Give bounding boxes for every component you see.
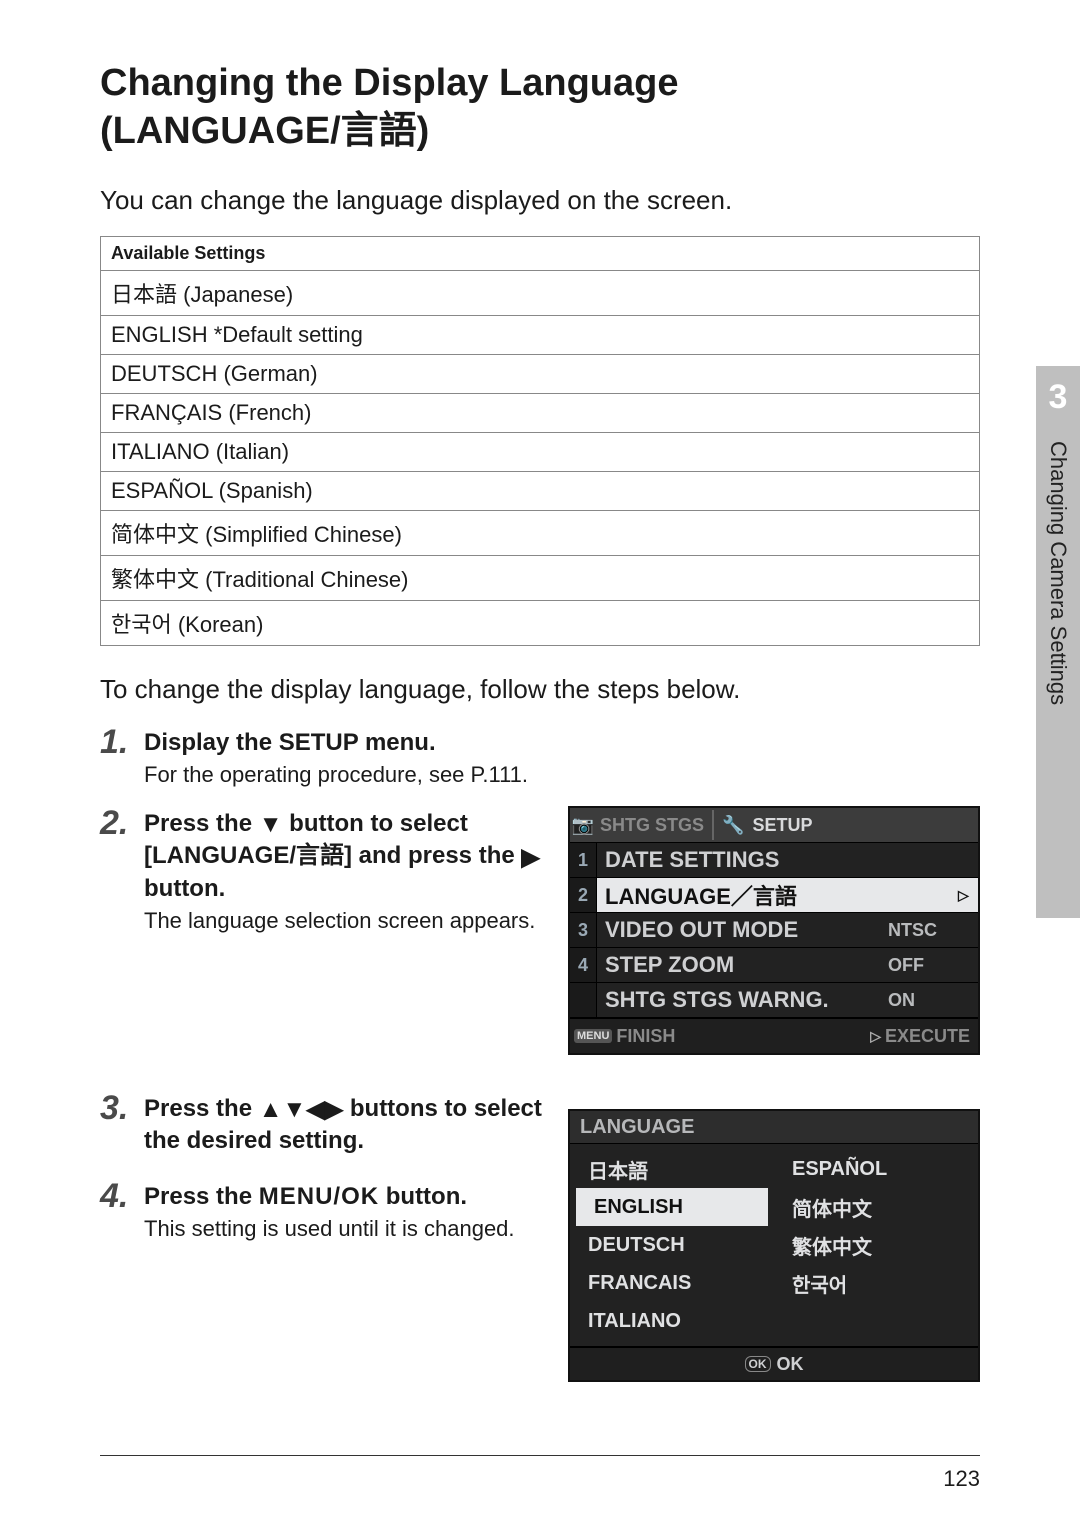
right-arrow-icon: ▷: [870, 1028, 881, 1045]
menu-row[interactable]: SHTG STGS WARNG. ON: [570, 982, 978, 1017]
setting-row: ESPAÑOL (Spanish): [101, 472, 980, 511]
row-arrow: ▷: [958, 887, 978, 904]
ok-label: OK: [777, 1354, 804, 1375]
language-item[interactable]: ITALIANO: [570, 1302, 774, 1340]
title-line1: Changing the Display Language: [100, 62, 679, 104]
row-label: STEP ZOOM: [597, 952, 888, 978]
row-value: OFF: [888, 955, 958, 976]
chapter-label: Changing Camera Settings: [1045, 441, 1071, 705]
step-3-title: Press the buttons to select the desired …: [144, 1093, 544, 1156]
intro-text: You can change the language displayed on…: [100, 185, 980, 216]
step-4-title: Press the MENU/OK button.: [144, 1181, 544, 1212]
row-value: ON: [888, 990, 958, 1011]
right-arrow-icon: [521, 842, 539, 873]
setting-row: ITALIANO (Italian): [101, 433, 980, 472]
setting-row: 日本語 (Japanese): [101, 271, 980, 316]
bottom-rule: [100, 1455, 980, 1456]
camera-icon: 📷: [570, 815, 596, 836]
menu-row-selected[interactable]: 2 LANGUAGE／言語 ▷: [570, 877, 978, 912]
tab-shtg: SHTG STGS: [596, 815, 708, 836]
setting-row: 简体中文 (Simplified Chinese): [101, 511, 980, 556]
left-arrow-icon: [306, 1094, 324, 1125]
row-index: [570, 983, 597, 1017]
step-1-desc: For the operating procedure, see P.111.: [144, 762, 980, 788]
text: button.: [379, 1183, 467, 1210]
camera-menu-setup: 📷 SHTG STGS 🔧 SETUP 1 DATE SETTINGS 2: [568, 806, 980, 1055]
setting-row: FRANÇAIS (French): [101, 394, 980, 433]
row-index: 2: [570, 878, 597, 912]
footer-finish: FINISH: [616, 1026, 870, 1047]
side-tab: 3 Changing Camera Settings: [1036, 366, 1080, 918]
lead-text: To change the display language, follow t…: [100, 674, 980, 705]
text: Press the: [144, 1095, 259, 1122]
row-label: SHTG STGS WARNG.: [597, 987, 888, 1013]
tab-setup: SETUP: [748, 815, 978, 836]
menu-row[interactable]: 1 DATE SETTINGS: [570, 842, 978, 877]
ok-badge-icon: OK: [745, 1356, 771, 1372]
step-4: 4. Press the MENU/OK button. This settin…: [100, 1179, 544, 1242]
text: Press the: [144, 810, 259, 837]
footer-execute: EXECUTE: [885, 1026, 978, 1047]
language-item[interactable]: 한국어: [774, 1264, 978, 1302]
step-number: 4.: [100, 1179, 144, 1213]
language-item[interactable]: ESPAÑOL: [774, 1150, 978, 1188]
language-header: LANGUAGE: [570, 1111, 978, 1144]
language-item-selected[interactable]: ENGLISH: [576, 1188, 768, 1226]
step-number: 3.: [100, 1091, 144, 1125]
text: Press the: [144, 1183, 259, 1210]
chapter-number: 3: [1049, 378, 1068, 417]
language-item[interactable]: FRANCAIS: [570, 1264, 774, 1302]
down-arrow-icon: [259, 809, 283, 840]
available-settings-table: Available Settings 日本語 (Japanese) ENGLIS…: [100, 236, 980, 646]
step-3: 3. Press the buttons to select the desir…: [100, 1091, 544, 1160]
wrench-icon: 🔧: [718, 815, 748, 836]
menu-row[interactable]: 4 STEP ZOOM OFF: [570, 947, 978, 982]
step-2-desc: The language selection screen appears.: [144, 908, 544, 934]
right-arrow-icon: [325, 1094, 343, 1125]
setting-row: DEUTSCH (German): [101, 355, 980, 394]
step-1-title: Display the SETUP menu.: [144, 727, 980, 758]
language-item-empty: [774, 1302, 978, 1340]
menu-row[interactable]: 3 VIDEO OUT MODE NTSC: [570, 912, 978, 947]
step-4-desc: This setting is used until it is changed…: [144, 1216, 544, 1242]
row-value: NTSC: [888, 920, 958, 941]
menu-badge-icon: MENU: [574, 1029, 612, 1043]
page-title: Changing the Display Language (LANGUAGE/…: [100, 60, 980, 155]
settings-header: Available Settings: [101, 237, 980, 271]
step-number: 2.: [100, 806, 144, 840]
language-item[interactable]: DEUTSCH: [570, 1226, 774, 1264]
camera-menu-language: LANGUAGE 日本語 ENGLISH DEUTSCH FRANCAIS IT…: [568, 1109, 980, 1382]
setting-row: 繁体中文 (Traditional Chinese): [101, 556, 980, 601]
language-item[interactable]: 简体中文: [774, 1188, 978, 1226]
up-arrow-icon: [259, 1094, 283, 1125]
row-label: DATE SETTINGS: [597, 847, 888, 873]
language-item[interactable]: 繁体中文: [774, 1226, 978, 1264]
step-1: 1. Display the SETUP menu. For the opera…: [100, 725, 980, 788]
step-2: 2. Press the button to select [LANGUAGE/…: [100, 806, 544, 934]
language-item[interactable]: 日本語: [570, 1150, 774, 1188]
page-number: 123: [943, 1466, 980, 1492]
row-index: 1: [570, 843, 597, 877]
menu-ok-label: MENU/OK: [259, 1183, 379, 1210]
tab-divider: [712, 810, 714, 840]
row-label: LANGUAGE／言語: [597, 879, 888, 911]
setting-row: 한국어 (Korean): [101, 601, 980, 646]
text: button.: [144, 875, 225, 902]
row-index: 3: [570, 913, 597, 947]
step-number: 1.: [100, 725, 144, 759]
row-index: 4: [570, 948, 597, 982]
setting-row: ENGLISH *Default setting: [101, 316, 980, 355]
row-label: VIDEO OUT MODE: [597, 917, 888, 943]
step-2-title: Press the button to select [LANGUAGE/言語]…: [144, 808, 544, 904]
down-arrow-icon: [283, 1094, 307, 1125]
title-line2: (LANGUAGE/言語): [100, 110, 429, 152]
